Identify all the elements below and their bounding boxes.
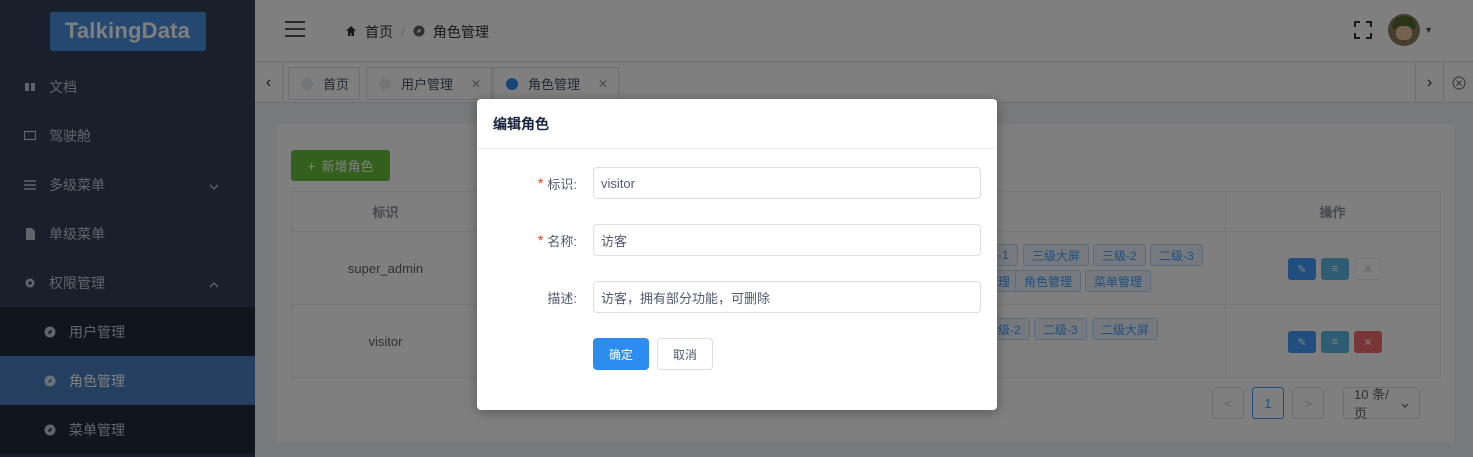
edit-role-dialog: 编辑角色 * 标识: visitor * 名称: 访客 描述: 访客，拥有部分功… <box>477 99 997 410</box>
required-mark: * <box>537 232 544 248</box>
description-input[interactable]: 访客，拥有部分功能，可删除 <box>593 281 981 313</box>
form-row-description: 描述: 访客，拥有部分功能，可删除 <box>477 281 997 313</box>
form-label-text: 描述: <box>547 290 577 306</box>
form-row-name: * 名称: 访客 <box>477 224 997 256</box>
id-input[interactable]: visitor <box>593 167 981 199</box>
form-label-text: 标识: <box>547 176 577 192</box>
form-label-description: 描述: <box>547 281 577 313</box>
form-label-text: 名称: <box>547 233 577 249</box>
cancel-button[interactable]: 取消 <box>657 338 713 370</box>
form-label-name: * 名称: <box>538 224 577 256</box>
confirm-button[interactable]: 确定 <box>593 338 649 370</box>
form-label-id: * 标识: <box>538 167 577 199</box>
required-mark: * <box>537 175 544 191</box>
name-input[interactable]: 访客 <box>593 224 981 256</box>
form-row-id: * 标识: visitor <box>477 167 997 199</box>
dialog-title: 编辑角色 <box>477 99 997 149</box>
